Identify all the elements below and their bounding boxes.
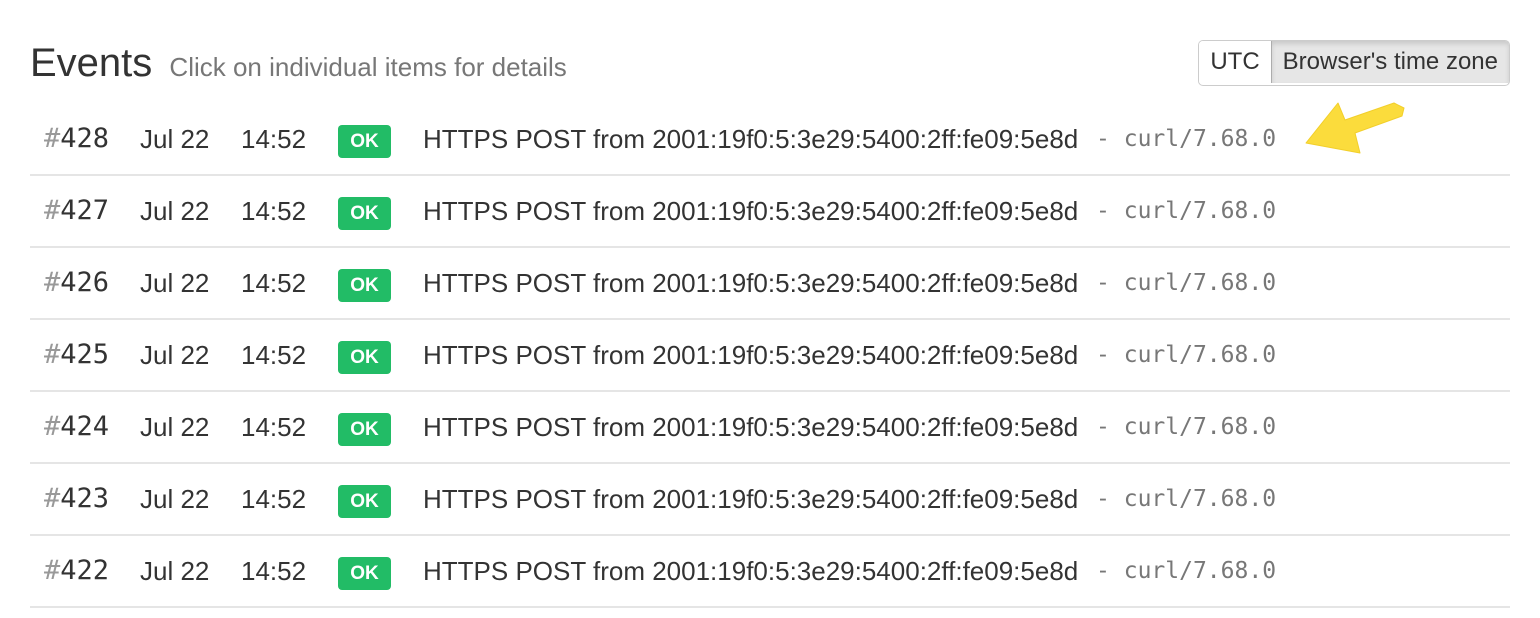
event-description-text: HTTPS POST from 2001:19f0:5:3e29:5400:2f…: [423, 268, 1079, 298]
hash-symbol: #: [44, 123, 61, 154]
event-time: 14:52: [241, 268, 307, 298]
status-badge: OK: [338, 269, 391, 302]
event-time: 14:52: [241, 556, 307, 586]
hash-symbol: #: [44, 483, 61, 514]
event-number-value: 426: [60, 267, 110, 298]
event-date: Jul 22: [140, 484, 210, 514]
event-description: HTTPS POST from 2001:19f0:5:3e29:5400:2f…: [423, 176, 1078, 246]
hash-symbol: #: [44, 339, 61, 370]
event-user-agent: - curl/7.68.0: [1096, 464, 1276, 534]
event-time: 14:52: [241, 484, 307, 514]
events-list: #428 Jul 22 14:52 OK HTTPS POST from 200…: [30, 104, 1510, 608]
event-time: 14:52: [241, 412, 307, 442]
hash-symbol: #: [44, 555, 61, 586]
event-number: #425: [44, 320, 109, 390]
timezone-toggle: UTC Browser's time zone: [1198, 40, 1510, 86]
event-user-agent: - curl/7.68.0: [1096, 248, 1276, 318]
status-badge: OK: [338, 341, 391, 374]
status-badge: OK: [338, 557, 391, 590]
browser-timezone-button[interactable]: Browser's time zone: [1270, 41, 1509, 83]
user-agent-text: curl/7.68.0: [1123, 198, 1277, 224]
separator: -: [1096, 270, 1110, 296]
event-number-value: 425: [60, 339, 110, 370]
page-title: Events: [30, 41, 153, 85]
event-number-value: 424: [60, 411, 110, 442]
event-user-agent: - curl/7.68.0: [1096, 104, 1276, 174]
event-row[interactable]: #426 Jul 22 14:52 OK HTTPS POST from 200…: [30, 248, 1510, 320]
page-title-block: Events Click on individual items for det…: [30, 40, 567, 90]
utc-button[interactable]: UTC: [1199, 41, 1271, 83]
status-badge: OK: [338, 485, 391, 518]
user-agent-text: curl/7.68.0: [1123, 486, 1277, 512]
event-number: #426: [44, 248, 109, 318]
event-number: #428: [44, 104, 109, 174]
event-row[interactable]: #425 Jul 22 14:52 OK HTTPS POST from 200…: [30, 320, 1510, 392]
status-badge: OK: [338, 413, 391, 446]
event-time: 14:52: [241, 340, 307, 370]
event-date: Jul 22: [140, 340, 210, 370]
event-description-text: HTTPS POST from 2001:19f0:5:3e29:5400:2f…: [423, 124, 1079, 154]
hash-symbol: #: [44, 195, 61, 226]
event-number-value: 427: [60, 195, 110, 226]
separator: -: [1096, 198, 1110, 224]
hash-symbol: #: [44, 267, 61, 298]
user-agent-text: curl/7.68.0: [1123, 342, 1277, 368]
event-number: #424: [44, 392, 109, 462]
event-date: Jul 22: [140, 268, 210, 298]
event-date: Jul 22: [140, 196, 210, 226]
user-agent-text: curl/7.68.0: [1123, 126, 1277, 152]
event-description-text: HTTPS POST from 2001:19f0:5:3e29:5400:2f…: [423, 196, 1079, 226]
events-page: Events Click on individual items for det…: [0, 0, 1540, 618]
event-number: #427: [44, 176, 109, 246]
event-description: HTTPS POST from 2001:19f0:5:3e29:5400:2f…: [423, 464, 1078, 534]
event-description: HTTPS POST from 2001:19f0:5:3e29:5400:2f…: [423, 104, 1078, 174]
event-row[interactable]: #424 Jul 22 14:52 OK HTTPS POST from 200…: [30, 392, 1510, 464]
status-badge: OK: [338, 125, 391, 158]
user-agent-text: curl/7.68.0: [1123, 414, 1277, 440]
hash-symbol: #: [44, 411, 61, 442]
event-user-agent: - curl/7.68.0: [1096, 392, 1276, 462]
event-description-text: HTTPS POST from 2001:19f0:5:3e29:5400:2f…: [423, 484, 1079, 514]
event-row[interactable]: #423 Jul 22 14:52 OK HTTPS POST from 200…: [30, 464, 1510, 536]
event-date: Jul 22: [140, 124, 210, 154]
event-description: HTTPS POST from 2001:19f0:5:3e29:5400:2f…: [423, 392, 1078, 462]
event-date: Jul 22: [140, 412, 210, 442]
event-user-agent: - curl/7.68.0: [1096, 536, 1276, 606]
user-agent-text: curl/7.68.0: [1123, 270, 1277, 296]
event-number: #423: [44, 464, 109, 534]
event-row[interactable]: #427 Jul 22 14:52 OK HTTPS POST from 200…: [30, 176, 1510, 248]
event-user-agent: - curl/7.68.0: [1096, 176, 1276, 246]
event-row[interactable]: #422 Jul 22 14:52 OK HTTPS POST from 200…: [30, 536, 1510, 608]
separator: -: [1096, 342, 1110, 368]
event-row[interactable]: #428 Jul 22 14:52 OK HTTPS POST from 200…: [30, 104, 1510, 176]
event-description: HTTPS POST from 2001:19f0:5:3e29:5400:2f…: [423, 248, 1078, 318]
separator: -: [1096, 414, 1110, 440]
events-header: Events Click on individual items for det…: [30, 36, 1510, 86]
event-description: HTTPS POST from 2001:19f0:5:3e29:5400:2f…: [423, 320, 1078, 390]
event-number-value: 422: [60, 555, 110, 586]
event-description-text: HTTPS POST from 2001:19f0:5:3e29:5400:2f…: [423, 412, 1079, 442]
annotation-arrow-icon: [1305, 102, 1405, 154]
event-number-value: 423: [60, 483, 110, 514]
user-agent-text: curl/7.68.0: [1123, 558, 1277, 584]
arrow-shape: [1305, 102, 1405, 154]
status-badge: OK: [338, 197, 391, 230]
event-user-agent: - curl/7.68.0: [1096, 320, 1276, 390]
event-date: Jul 22: [140, 556, 210, 586]
event-description-text: HTTPS POST from 2001:19f0:5:3e29:5400:2f…: [423, 340, 1079, 370]
page-subtitle: Click on individual items for details: [169, 52, 567, 82]
event-number: #422: [44, 536, 109, 606]
event-number-value: 428: [60, 123, 110, 154]
event-time: 14:52: [241, 124, 307, 154]
separator: -: [1096, 486, 1110, 512]
event-time: 14:52: [241, 196, 307, 226]
separator: -: [1096, 558, 1110, 584]
separator: -: [1096, 126, 1110, 152]
event-description-text: HTTPS POST from 2001:19f0:5:3e29:5400:2f…: [423, 556, 1079, 586]
event-description: HTTPS POST from 2001:19f0:5:3e29:5400:2f…: [423, 536, 1078, 606]
